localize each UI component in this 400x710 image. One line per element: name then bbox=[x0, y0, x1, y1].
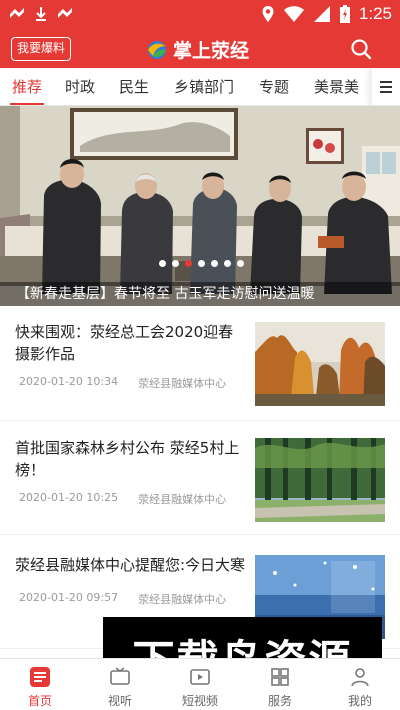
notification-icon bbox=[10, 8, 24, 18]
news-thumbnail[interactable] bbox=[255, 322, 385, 406]
news-source: 荥经县融媒体中心 bbox=[138, 493, 227, 506]
nav-profile[interactable]: 我的 bbox=[320, 659, 400, 710]
news-item[interactable]: 快来围观：荥经总工会2020迎春摄影作品 2020-01-20 10:34 荥经… bbox=[0, 307, 400, 421]
news-thumbnail[interactable] bbox=[255, 438, 385, 522]
nav-audiovisual[interactable]: 视听 bbox=[80, 659, 160, 710]
location-icon bbox=[262, 6, 274, 22]
tab-list: 推荐 时政 民生 乡镇部门 专题 美景美 bbox=[0, 68, 372, 105]
status-time: 1:25 bbox=[358, 4, 392, 23]
news-title[interactable]: 首批国家森林乡村公布 荥经5村上榜！ bbox=[15, 437, 247, 481]
app-title: 掌上荥经 bbox=[173, 39, 250, 62]
app-logo-icon bbox=[148, 41, 166, 59]
app-brand: 掌上荥经 bbox=[145, 34, 249, 64]
carousel-indicator bbox=[159, 260, 244, 267]
carousel-dot[interactable] bbox=[172, 260, 179, 267]
carousel-dot[interactable] bbox=[211, 260, 218, 267]
news-item[interactable]: 首批国家森林乡村公布 荥经5村上榜！ 2020-01-20 10:25 荥经县融… bbox=[0, 421, 400, 535]
news-title[interactable]: 快来围观：荥经总工会2020迎春摄影作品 bbox=[15, 321, 247, 365]
grid-icon bbox=[271, 668, 289, 686]
battery-icon bbox=[339, 5, 350, 23]
carousel-dot[interactable] bbox=[159, 260, 166, 267]
home-icon bbox=[30, 667, 50, 687]
news-title[interactable]: 荥经县融媒体中心提醒您:今日大寒 bbox=[15, 554, 247, 576]
nav-services[interactable]: 服务 bbox=[240, 659, 320, 710]
channel-menu-icon[interactable] bbox=[372, 68, 400, 105]
tab-politics[interactable]: 时政 bbox=[65, 68, 95, 105]
signal-icon bbox=[313, 6, 330, 22]
search-icon[interactable] bbox=[350, 38, 372, 60]
nav-label: 短视频 bbox=[181, 694, 218, 708]
news-date: 2020-01-20 10:34 bbox=[19, 375, 119, 388]
nav-label: 首页 bbox=[27, 694, 52, 708]
app-header: 我要爆料 掌上荥经 bbox=[0, 30, 400, 68]
nav-home[interactable]: 首页 bbox=[0, 659, 80, 710]
carousel-dot[interactable] bbox=[237, 260, 244, 267]
tv-icon bbox=[110, 667, 130, 685]
carousel-dot[interactable] bbox=[198, 260, 205, 267]
channel-tabs: 推荐 时政 民生 乡镇部门 专题 美景美 bbox=[0, 68, 400, 106]
nav-label: 服务 bbox=[267, 694, 292, 708]
news-source: 荥经县融媒体中心 bbox=[138, 377, 227, 390]
notification-icons bbox=[8, 6, 74, 22]
nav-label: 我的 bbox=[347, 694, 372, 708]
carousel-dot[interactable] bbox=[224, 260, 231, 267]
tab-towns-departments[interactable]: 乡镇部门 bbox=[174, 68, 234, 105]
tab-scenery[interactable]: 美景美 bbox=[314, 68, 359, 105]
download-icon bbox=[36, 7, 46, 21]
news-date: 2020-01-20 10:25 bbox=[19, 491, 119, 504]
banner-caption[interactable]: 【新春走基层】春节将至 古玉军走访慰问送温暖 bbox=[0, 282, 400, 306]
notification-icon-2 bbox=[58, 8, 72, 18]
video-icon bbox=[190, 669, 210, 685]
nav-short-video[interactable]: 短视频 bbox=[160, 659, 240, 710]
news-source: 荥经县融媒体中心 bbox=[138, 593, 227, 606]
tab-livelihood[interactable]: 民生 bbox=[119, 68, 149, 105]
news-meta: 2020-01-20 10:25 荥经县融媒体中心 bbox=[19, 491, 226, 507]
news-meta: 2020-01-20 09:57 荥经县融媒体中心 bbox=[19, 591, 226, 607]
bottom-navigation: 首页 视听 短视频 服务 我的 bbox=[0, 658, 400, 710]
banner-carousel[interactable]: 【新春走基层】春节将至 古玉军走访慰问送温暖 bbox=[0, 106, 400, 306]
news-date: 2020-01-20 09:57 bbox=[19, 591, 119, 604]
nav-label: 视听 bbox=[107, 694, 132, 708]
status-bar: 1:25 bbox=[0, 0, 400, 30]
wifi-icon bbox=[283, 6, 304, 22]
banner-photo bbox=[0, 106, 400, 306]
report-news-button[interactable]: 我要爆料 bbox=[11, 37, 71, 61]
user-icon bbox=[351, 668, 369, 687]
tab-recommend[interactable]: 推荐 bbox=[12, 68, 42, 105]
news-meta: 2020-01-20 10:34 荥经县融媒体中心 bbox=[19, 375, 226, 391]
tab-topics[interactable]: 专题 bbox=[259, 68, 289, 105]
carousel-dot-active[interactable] bbox=[185, 260, 192, 267]
